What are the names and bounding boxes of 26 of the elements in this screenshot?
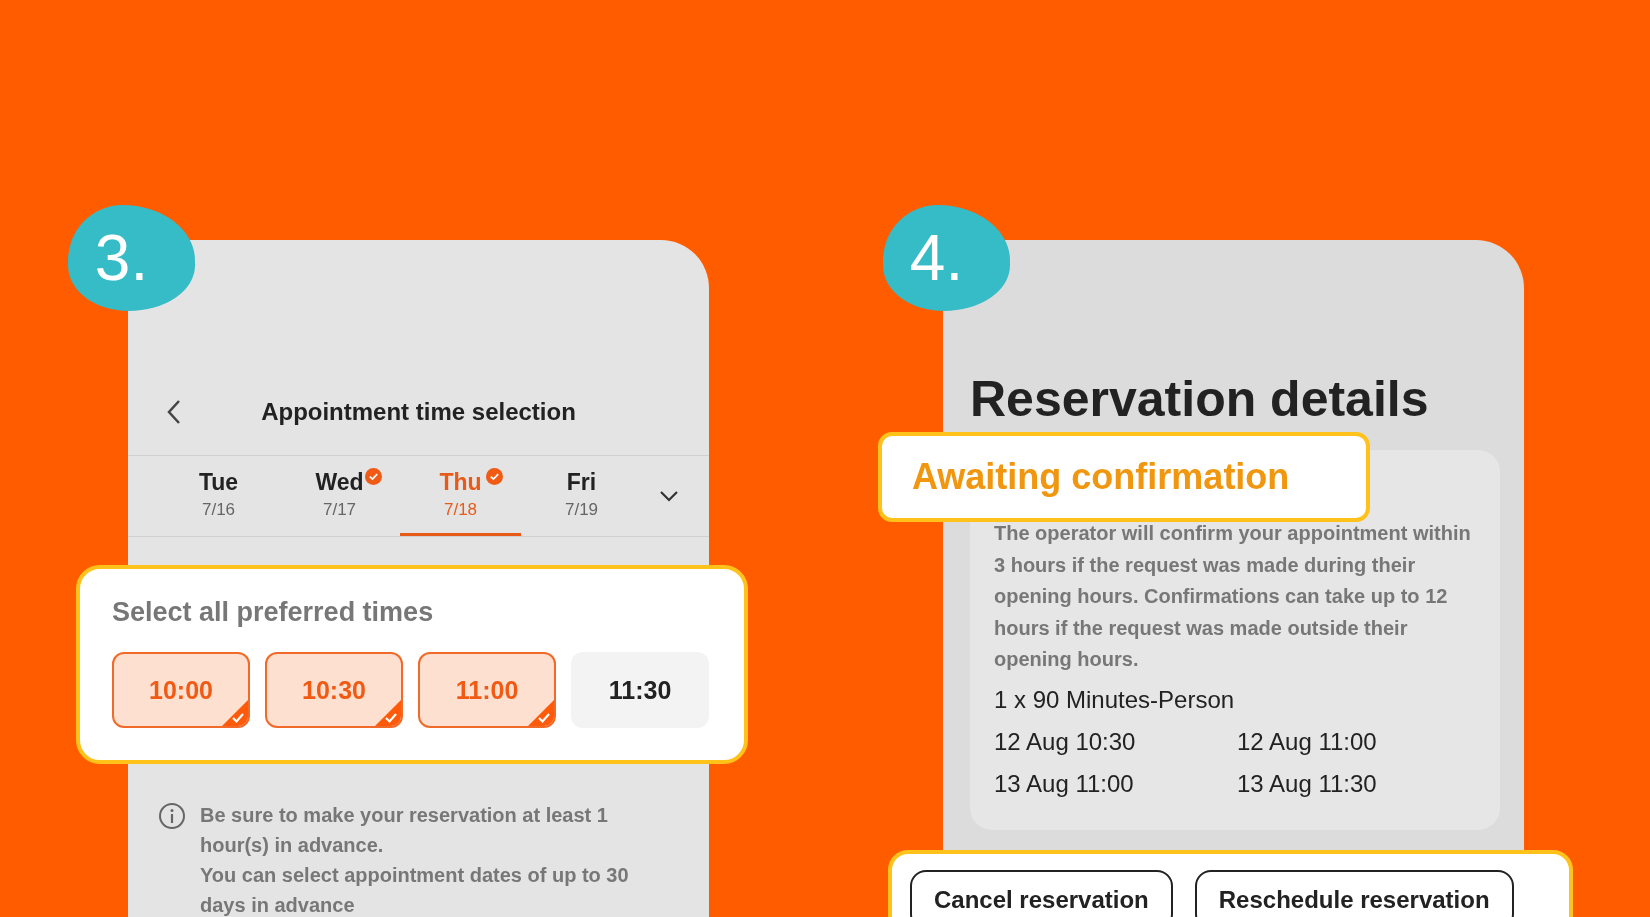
slot-time: 13 Aug 11:30 [1237,769,1378,798]
day-tab[interactable]: Wed 7/17 [279,456,400,536]
chevron-down-icon[interactable] [659,490,679,502]
step-number: 3. [68,205,195,311]
info-text: Be sure to make your reservation at least 1 hour(s) in advance. [200,803,609,858]
check-icon [222,700,248,726]
confirmation-message: The operator will confirm your appointment within 3 hours if the request was made during their opening hours. Confirmations can take up to 12 hours if the request was made outside their opening hours. [994,521,1472,672]
info-text: You can select appointment dates of up to 30 days in advance [200,863,630,917]
time-chip[interactable]: 11:30 [571,652,709,728]
slot-time: 12 Aug 10:30 [994,727,1137,756]
info-icon [158,802,186,830]
service-name: 1 x 90 Minutes-Person [994,685,1236,714]
action-button[interactable]: Reschedule reservation [1194,870,1514,917]
times-heading: Select all preferred times [112,597,435,628]
check-icon [528,700,554,726]
day-tab[interactable]: Tue 7/16 [158,456,279,536]
back-icon[interactable] [166,399,182,425]
check-icon [375,700,401,726]
status-label: Awaiting confirmation [912,456,1290,498]
day-tab[interactable]: Fri 7/19 [521,456,642,536]
step-number: 4. [883,205,1010,311]
action-button[interactable]: Cancel reservation [910,870,1173,917]
screen-title: Reservation details [970,370,1430,428]
slot-time: 13 Aug 11:00 [994,769,1135,798]
slot-time: 12 Aug 11:00 [1237,727,1378,756]
screen-title: Appointment time selection [261,398,576,426]
